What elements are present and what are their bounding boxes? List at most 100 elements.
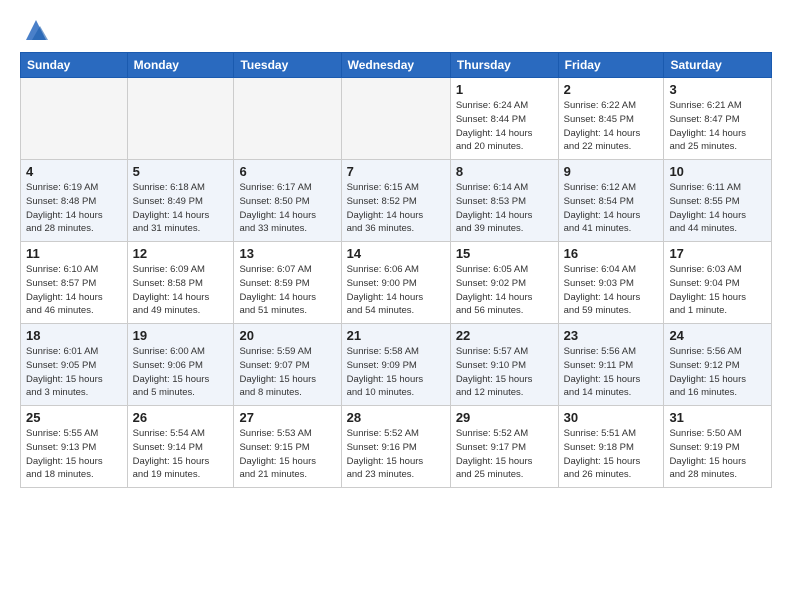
calendar-cell: 20 Sunrise: 5:59 AM Sunset: 9:07 PM Dayli…: [234, 324, 341, 406]
calendar-table: SundayMondayTuesdayWednesdayThursdayFrid…: [20, 52, 772, 488]
calendar-cell: 8 Sunrise: 6:14 AM Sunset: 8:53 PM Daylig…: [450, 160, 558, 242]
weekday-header-tuesday: Tuesday: [234, 53, 341, 78]
day-info: Sunrise: 5:56 AM Sunset: 9:12 PM Dayligh…: [669, 345, 766, 400]
day-info: Sunrise: 6:21 AM Sunset: 8:47 PM Dayligh…: [669, 99, 766, 154]
day-number: 23: [564, 328, 659, 343]
weekday-header-saturday: Saturday: [664, 53, 772, 78]
day-info: Sunrise: 6:09 AM Sunset: 8:58 PM Dayligh…: [133, 263, 229, 318]
calendar-header-row: SundayMondayTuesdayWednesdayThursdayFrid…: [21, 53, 772, 78]
day-info: Sunrise: 5:59 AM Sunset: 9:07 PM Dayligh…: [239, 345, 335, 400]
day-info: Sunrise: 6:11 AM Sunset: 8:55 PM Dayligh…: [669, 181, 766, 236]
day-number: 24: [669, 328, 766, 343]
calendar-cell: 29 Sunrise: 5:52 AM Sunset: 9:17 PM Dayli…: [450, 406, 558, 488]
day-number: 15: [456, 246, 553, 261]
day-info: Sunrise: 6:03 AM Sunset: 9:04 PM Dayligh…: [669, 263, 766, 318]
calendar-cell: 9 Sunrise: 6:12 AM Sunset: 8:54 PM Daylig…: [558, 160, 664, 242]
calendar-cell: 4 Sunrise: 6:19 AM Sunset: 8:48 PM Daylig…: [21, 160, 128, 242]
day-info: Sunrise: 5:55 AM Sunset: 9:13 PM Dayligh…: [26, 427, 122, 482]
day-number: 30: [564, 410, 659, 425]
day-number: 22: [456, 328, 553, 343]
day-info: Sunrise: 5:52 AM Sunset: 9:16 PM Dayligh…: [347, 427, 445, 482]
calendar-cell: 3Sunrise: 6:21 AM Sunset: 8:47 PM Daylig…: [664, 78, 772, 160]
day-info: Sunrise: 6:19 AM Sunset: 8:48 PM Dayligh…: [26, 181, 122, 236]
day-number: 7: [347, 164, 445, 179]
calendar-cell: 10 Sunrise: 6:11 AM Sunset: 8:55 PM Dayli…: [664, 160, 772, 242]
calendar-cell: 13 Sunrise: 6:07 AM Sunset: 8:59 PM Dayli…: [234, 242, 341, 324]
calendar-cell: 1Sunrise: 6:24 AM Sunset: 8:44 PM Daylig…: [450, 78, 558, 160]
page: SundayMondayTuesdayWednesdayThursdayFrid…: [0, 0, 792, 498]
calendar-cell: 14 Sunrise: 6:06 AM Sunset: 9:00 PM Dayli…: [341, 242, 450, 324]
day-number: 9: [564, 164, 659, 179]
day-info: Sunrise: 6:05 AM Sunset: 9:02 PM Dayligh…: [456, 263, 553, 318]
calendar-cell: [21, 78, 128, 160]
day-info: Sunrise: 5:52 AM Sunset: 9:17 PM Dayligh…: [456, 427, 553, 482]
calendar-cell: 6 Sunrise: 6:17 AM Sunset: 8:50 PM Daylig…: [234, 160, 341, 242]
calendar-cell: 16Sunrise: 6:04 AM Sunset: 9:03 PM Dayli…: [558, 242, 664, 324]
calendar-cell: 24 Sunrise: 5:56 AM Sunset: 9:12 PM Dayli…: [664, 324, 772, 406]
calendar-cell: [234, 78, 341, 160]
day-number: 28: [347, 410, 445, 425]
day-info: Sunrise: 5:53 AM Sunset: 9:15 PM Dayligh…: [239, 427, 335, 482]
calendar-week-row: 25Sunrise: 5:55 AM Sunset: 9:13 PM Dayli…: [21, 406, 772, 488]
day-number: 10: [669, 164, 766, 179]
calendar-cell: 19Sunrise: 6:00 AM Sunset: 9:06 PM Dayli…: [127, 324, 234, 406]
calendar-cell: 12 Sunrise: 6:09 AM Sunset: 8:58 PM Dayli…: [127, 242, 234, 324]
calendar-cell: 23 Sunrise: 5:56 AM Sunset: 9:11 PM Dayli…: [558, 324, 664, 406]
day-number: 6: [239, 164, 335, 179]
day-number: 21: [347, 328, 445, 343]
calendar-cell: 7 Sunrise: 6:15 AM Sunset: 8:52 PM Daylig…: [341, 160, 450, 242]
day-info: Sunrise: 6:04 AM Sunset: 9:03 PM Dayligh…: [564, 263, 659, 318]
weekday-header-friday: Friday: [558, 53, 664, 78]
day-number: 20: [239, 328, 335, 343]
day-number: 14: [347, 246, 445, 261]
day-info: Sunrise: 5:54 AM Sunset: 9:14 PM Dayligh…: [133, 427, 229, 482]
calendar-cell: 21 Sunrise: 5:58 AM Sunset: 9:09 PM Dayli…: [341, 324, 450, 406]
day-info: Sunrise: 6:10 AM Sunset: 8:57 PM Dayligh…: [26, 263, 122, 318]
day-number: 18: [26, 328, 122, 343]
weekday-header-wednesday: Wednesday: [341, 53, 450, 78]
day-info: Sunrise: 6:06 AM Sunset: 9:00 PM Dayligh…: [347, 263, 445, 318]
day-number: 26: [133, 410, 229, 425]
logo-icon: [22, 16, 50, 44]
day-info: Sunrise: 5:50 AM Sunset: 9:19 PM Dayligh…: [669, 427, 766, 482]
day-info: Sunrise: 6:14 AM Sunset: 8:53 PM Dayligh…: [456, 181, 553, 236]
day-number: 17: [669, 246, 766, 261]
day-info: Sunrise: 5:51 AM Sunset: 9:18 PM Dayligh…: [564, 427, 659, 482]
calendar-cell: 18 Sunrise: 6:01 AM Sunset: 9:05 PM Dayli…: [21, 324, 128, 406]
calendar-week-row: 4 Sunrise: 6:19 AM Sunset: 8:48 PM Daylig…: [21, 160, 772, 242]
day-info: Sunrise: 6:17 AM Sunset: 8:50 PM Dayligh…: [239, 181, 335, 236]
day-number: 2: [564, 82, 659, 97]
day-number: 19: [133, 328, 229, 343]
day-number: 13: [239, 246, 335, 261]
calendar-cell: 2 Sunrise: 6:22 AM Sunset: 8:45 PM Daylig…: [558, 78, 664, 160]
day-info: Sunrise: 6:15 AM Sunset: 8:52 PM Dayligh…: [347, 181, 445, 236]
day-info: Sunrise: 6:18 AM Sunset: 8:49 PM Dayligh…: [133, 181, 229, 236]
calendar-cell: [341, 78, 450, 160]
day-number: 31: [669, 410, 766, 425]
calendar-cell: 22 Sunrise: 5:57 AM Sunset: 9:10 PM Dayli…: [450, 324, 558, 406]
calendar-cell: 11 Sunrise: 6:10 AM Sunset: 8:57 PM Dayli…: [21, 242, 128, 324]
day-number: 1: [456, 82, 553, 97]
calendar-week-row: 18 Sunrise: 6:01 AM Sunset: 9:05 PM Dayli…: [21, 324, 772, 406]
day-number: 29: [456, 410, 553, 425]
calendar-cell: 26 Sunrise: 5:54 AM Sunset: 9:14 PM Dayli…: [127, 406, 234, 488]
day-number: 27: [239, 410, 335, 425]
day-info: Sunrise: 5:56 AM Sunset: 9:11 PM Dayligh…: [564, 345, 659, 400]
day-number: 12: [133, 246, 229, 261]
day-info: Sunrise: 6:01 AM Sunset: 9:05 PM Dayligh…: [26, 345, 122, 400]
calendar-week-row: 11 Sunrise: 6:10 AM Sunset: 8:57 PM Dayli…: [21, 242, 772, 324]
day-number: 11: [26, 246, 122, 261]
day-info: Sunrise: 5:57 AM Sunset: 9:10 PM Dayligh…: [456, 345, 553, 400]
day-info: Sunrise: 6:12 AM Sunset: 8:54 PM Dayligh…: [564, 181, 659, 236]
day-number: 8: [456, 164, 553, 179]
weekday-header-sunday: Sunday: [21, 53, 128, 78]
calendar-cell: 25Sunrise: 5:55 AM Sunset: 9:13 PM Dayli…: [21, 406, 128, 488]
day-info: Sunrise: 6:22 AM Sunset: 8:45 PM Dayligh…: [564, 99, 659, 154]
day-info: Sunrise: 6:07 AM Sunset: 8:59 PM Dayligh…: [239, 263, 335, 318]
day-info: Sunrise: 5:58 AM Sunset: 9:09 PM Dayligh…: [347, 345, 445, 400]
calendar-cell: 5Sunrise: 6:18 AM Sunset: 8:49 PM Daylig…: [127, 160, 234, 242]
calendar-cell: 30 Sunrise: 5:51 AM Sunset: 9:18 PM Dayli…: [558, 406, 664, 488]
day-number: 4: [26, 164, 122, 179]
calendar-cell: 15 Sunrise: 6:05 AM Sunset: 9:02 PM Dayli…: [450, 242, 558, 324]
calendar-cell: 31 Sunrise: 5:50 AM Sunset: 9:19 PM Dayli…: [664, 406, 772, 488]
